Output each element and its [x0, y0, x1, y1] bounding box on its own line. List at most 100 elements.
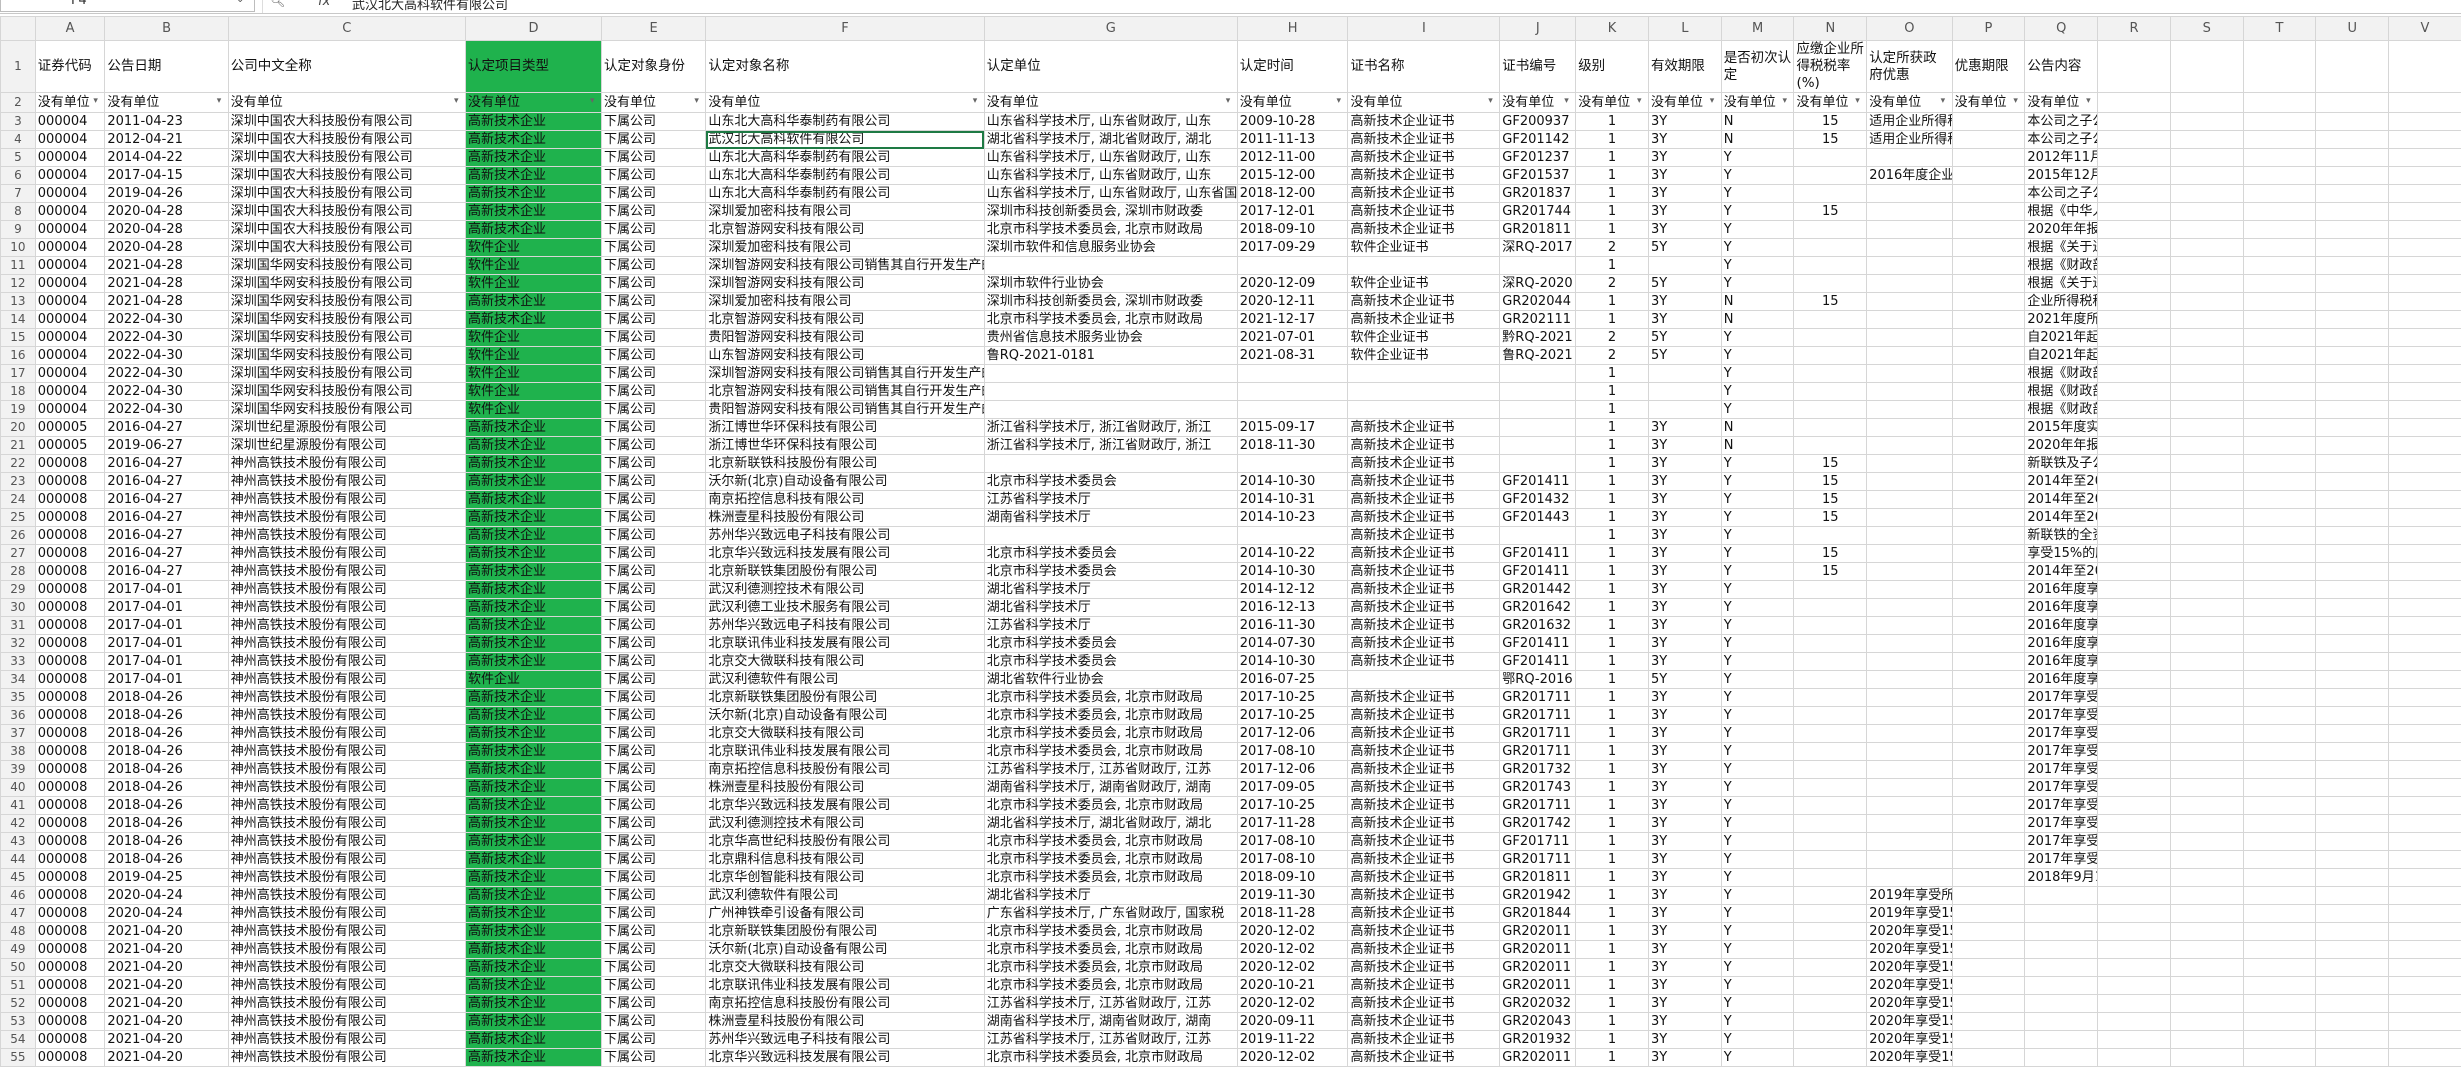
cell[interactable]: 山东智游网安科技有限公司: [705, 346, 985, 365]
column-header[interactable]: F: [705, 16, 985, 41]
cell[interactable]: GR201742: [1499, 814, 1577, 833]
cell[interactable]: 本公司之子公司山东华泰制药有限公司通过高新技术企业资格复审, 获得由山东省科: [2024, 184, 2099, 203]
cell[interactable]: 2017-08-10: [1236, 742, 1349, 761]
cell[interactable]: [2315, 616, 2390, 635]
cell[interactable]: 下属公司: [600, 850, 707, 869]
row-header[interactable]: 2: [0, 92, 36, 113]
cell[interactable]: 1: [1575, 742, 1649, 761]
cell[interactable]: 1: [1575, 292, 1649, 311]
cell[interactable]: GR202011: [1499, 958, 1577, 977]
cell[interactable]: [2169, 922, 2244, 941]
cell[interactable]: GR201711: [1499, 742, 1577, 761]
cell[interactable]: 3Y: [1647, 310, 1722, 329]
row-header[interactable]: 23: [0, 472, 36, 491]
cell[interactable]: [2315, 724, 2390, 743]
filter-dropdown-icon[interactable]: ▾: [93, 97, 102, 106]
cell[interactable]: 2020-04-24: [104, 904, 229, 923]
cell[interactable]: 2009-10-28: [1236, 112, 1349, 131]
cell[interactable]: 2022-04-30: [104, 346, 229, 365]
cell[interactable]: 高新技术企业证书: [1347, 580, 1501, 599]
row-header[interactable]: 16: [0, 346, 36, 365]
cell[interactable]: 2021-04-20: [104, 922, 229, 941]
cell[interactable]: 下属公司: [600, 436, 707, 455]
cell[interactable]: [2097, 760, 2171, 779]
cell[interactable]: Y: [1720, 778, 1795, 797]
cell[interactable]: 000008: [34, 1030, 106, 1049]
cell[interactable]: N: [1720, 130, 1795, 149]
unit-cell[interactable]: [2097, 92, 2171, 113]
cell[interactable]: 深圳市软件行业协会: [983, 274, 1238, 293]
cell[interactable]: 高新技术企业证书: [1347, 544, 1501, 563]
cell[interactable]: 1: [1575, 634, 1649, 653]
cell[interactable]: [2097, 868, 2171, 887]
cell[interactable]: [2097, 256, 2171, 275]
cell[interactable]: [1793, 814, 1868, 833]
cell[interactable]: 2017年享受15%的企业所得 北京华兴致远科技发展有限公司2017年10月25…: [2024, 796, 2099, 815]
cell[interactable]: 高新技术企业证书: [1347, 166, 1501, 185]
cell[interactable]: GR201442: [1499, 580, 1577, 599]
cell[interactable]: 北京市科学技术委员会, 北京市财政局: [983, 850, 1238, 869]
cell[interactable]: GF201411: [1499, 652, 1577, 671]
cell[interactable]: N: [1720, 292, 1795, 311]
cell[interactable]: 1: [1575, 886, 1649, 905]
cell[interactable]: 2019-04-25: [104, 868, 229, 887]
cell[interactable]: [2315, 184, 2390, 203]
cell[interactable]: [2242, 616, 2317, 635]
cell[interactable]: 高新技术企业证书: [1347, 562, 1501, 581]
cell[interactable]: 2018-04-26: [104, 832, 229, 851]
cell[interactable]: [1236, 256, 1349, 275]
cell[interactable]: [2242, 418, 2317, 437]
cell[interactable]: 000005: [34, 418, 106, 437]
unit-cell[interactable]: 没有单位 ▾: [600, 92, 707, 113]
cell[interactable]: 000008: [34, 1048, 106, 1067]
cell[interactable]: 000004: [34, 364, 106, 383]
cell[interactable]: 神州高铁技术股份有限公司: [227, 994, 466, 1013]
cell[interactable]: 软件企业证书: [1347, 328, 1501, 347]
cell[interactable]: 3Y: [1647, 220, 1722, 239]
cell[interactable]: 软件企业: [464, 256, 602, 275]
cell[interactable]: 高新技术企业证书: [1347, 220, 1501, 239]
cell[interactable]: [2388, 256, 2461, 275]
cell[interactable]: 3Y: [1647, 742, 1722, 761]
column-header[interactable]: C: [227, 16, 466, 41]
cell[interactable]: 2018-11-30: [1236, 436, 1349, 455]
cell[interactable]: 高新技术企业: [464, 166, 602, 185]
cell[interactable]: 高新技术企业: [464, 832, 602, 851]
header-cell[interactable]: 认定项目类型: [464, 40, 602, 93]
cell[interactable]: [2388, 742, 2461, 761]
cell[interactable]: [1793, 598, 1868, 617]
cell[interactable]: 高新技术企业证书: [1347, 688, 1501, 707]
cell[interactable]: Y: [1720, 400, 1795, 419]
cell[interactable]: 高新技术企业证书: [1347, 508, 1501, 527]
cell[interactable]: [1793, 688, 1868, 707]
cell[interactable]: [1236, 526, 1349, 545]
cell[interactable]: [1793, 1030, 1868, 1049]
cell[interactable]: 3Y: [1647, 544, 1722, 563]
cell[interactable]: [1866, 400, 1953, 419]
cell[interactable]: 深圳国华网安科技股份有限公司: [227, 382, 466, 401]
cell[interactable]: [2169, 886, 2244, 905]
row-header[interactable]: 28: [0, 562, 36, 581]
cell[interactable]: [1866, 544, 1953, 563]
cell[interactable]: 1: [1575, 400, 1649, 419]
cell[interactable]: 3Y: [1647, 130, 1722, 149]
cell[interactable]: [2024, 976, 2099, 995]
cell[interactable]: 000008: [34, 796, 106, 815]
cell[interactable]: Y: [1720, 868, 1795, 887]
cell[interactable]: 2020年享受15 2020-2022 北京联讯伟业科技发展有限公司2020年1…: [1866, 976, 1953, 995]
cell[interactable]: [2169, 1012, 2244, 1031]
cell[interactable]: 神州高铁技术股份有限公司: [227, 670, 466, 689]
row-header[interactable]: 40: [0, 778, 36, 797]
cell[interactable]: Y: [1720, 364, 1795, 383]
column-header[interactable]: S: [2169, 16, 2244, 41]
cell[interactable]: Y: [1720, 850, 1795, 869]
cell[interactable]: 山东省科学技术厅, 山东省财政厅, 山东: [983, 148, 1238, 167]
cell[interactable]: [2242, 760, 2317, 779]
cell[interactable]: [2315, 778, 2390, 797]
cell[interactable]: 2019年享受15%的企业所得 广州神铁牵引设备有限公司2018年11月28日,…: [1866, 904, 1953, 923]
cell[interactable]: 深圳国华网安科技股份有限公司: [227, 310, 466, 329]
cell[interactable]: GR201711: [1499, 796, 1577, 815]
cell[interactable]: 1: [1575, 778, 1649, 797]
cell[interactable]: [1793, 778, 1868, 797]
cell[interactable]: [1951, 796, 2026, 815]
